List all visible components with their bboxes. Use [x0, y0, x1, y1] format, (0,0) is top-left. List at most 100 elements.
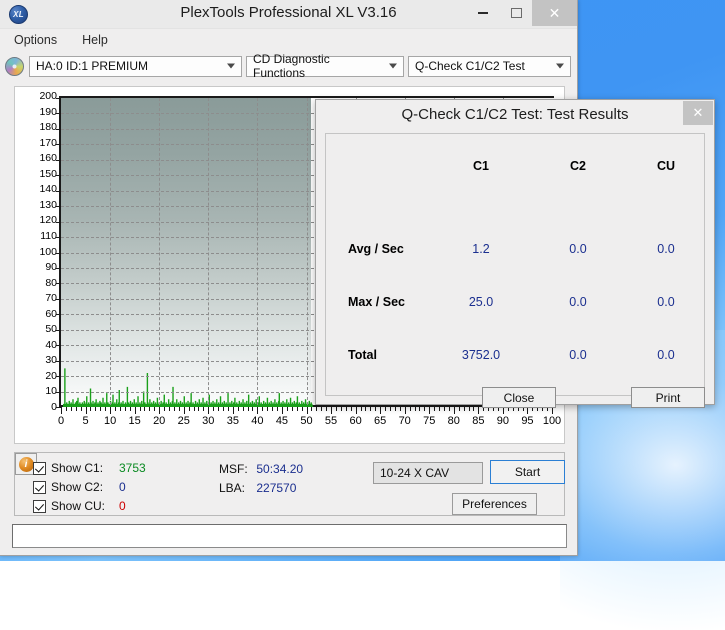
maximize-button[interactable]	[500, 0, 532, 26]
chart-y-axis: 0102030405060708090100110120130140150160…	[19, 87, 57, 443]
close-button[interactable]: ✕	[532, 0, 577, 26]
chart-x-tickmark	[144, 407, 145, 411]
msf-row: MSF: 50:34.20	[219, 462, 303, 476]
dialog-body: C1 C2 CU Avg / Sec 1.2 0.0 0.0 Max / Sec…	[325, 133, 705, 396]
chart-x-tick-label: 75	[423, 415, 435, 427]
chart-x-tickmark	[331, 407, 332, 414]
chart-x-tick-label: 25	[178, 415, 190, 427]
chart-y-tick-label: 180	[27, 121, 57, 133]
start-button[interactable]: Start	[490, 460, 565, 484]
chart-x-tickmark	[203, 407, 204, 411]
maximize-icon	[511, 8, 522, 18]
chart-x-tickmark	[415, 407, 416, 411]
chart-x-tick-label: 70	[399, 415, 411, 427]
cell-total-c1: 3752.0	[462, 348, 500, 362]
chart-x-tickmark	[503, 407, 504, 414]
log-textbox[interactable]	[12, 524, 567, 548]
controls-panel: Show C1: 3753 Show C2: 0 Show CU: 0 MSF:…	[14, 452, 565, 516]
chart-x-tickmark	[115, 407, 116, 411]
chart-x-tickmark	[341, 407, 342, 411]
row-label-avg: Avg / Sec	[348, 242, 404, 256]
test-select[interactable]: Q-Check C1/C2 Test	[408, 56, 571, 77]
chart-x-tickmark	[81, 407, 82, 411]
chart-y-tick-label: 140	[27, 183, 57, 195]
chart-y-tick-label: 40	[27, 339, 57, 351]
chart-x-tick-label: 60	[349, 415, 361, 427]
dialog-close-action-button[interactable]: Close	[482, 387, 556, 408]
chart-x-tickmark	[243, 407, 244, 411]
chart-x-tickmark	[361, 407, 362, 411]
chart-x-tickmark	[419, 407, 420, 411]
chart-x-tickmark	[149, 407, 150, 411]
chart-x-tickmark	[429, 407, 430, 414]
lba-value: 227570	[256, 481, 296, 495]
chart-y-tick-label: 100	[27, 246, 57, 258]
chart-x-tickmark	[86, 407, 87, 414]
chart-x-tickmark	[228, 407, 229, 411]
chart-y-tick-label: 160	[27, 152, 57, 164]
chart-x-tickmark	[262, 407, 263, 411]
show-c1-checkbox[interactable]	[33, 462, 46, 475]
chart-x-tickmark	[302, 407, 303, 411]
minimize-icon	[478, 12, 488, 14]
preferences-button[interactable]: Preferences	[452, 493, 537, 515]
show-cu-checkbox[interactable]	[33, 500, 46, 513]
cu-count-value: 0	[119, 499, 126, 513]
cell-avg-c1: 1.2	[472, 242, 489, 256]
chart-x-tickmark	[405, 407, 406, 414]
chart-y-tick-label: 120	[27, 214, 57, 226]
chart-x-tickmark	[464, 407, 465, 411]
show-c1-row[interactable]: Show C1: 3753	[33, 461, 146, 475]
chart-x-tickmark	[321, 407, 322, 411]
chart-x-tick-label: 85	[472, 415, 484, 427]
minimize-button[interactable]	[467, 0, 499, 26]
chart-x-tickmark	[469, 407, 470, 411]
chart-x-axis: 0510152025303540455055606570758085909510…	[59, 415, 554, 431]
chart-x-tickmark	[316, 407, 317, 411]
menu-item-options[interactable]: Options	[11, 32, 60, 48]
chart-x-tick-label: 55	[325, 415, 337, 427]
chart-x-tickmark	[120, 407, 121, 411]
column-header-c1: C1	[473, 159, 489, 173]
dialog-print-button[interactable]: Print	[631, 387, 705, 408]
chart-x-tickmark	[410, 407, 411, 411]
chart-x-tick-label: 20	[153, 415, 165, 427]
chart-x-tickmark	[311, 407, 312, 411]
chart-y-tick-label: 20	[27, 370, 57, 382]
chart-x-tickmark	[326, 407, 327, 411]
chart-x-tickmark	[473, 407, 474, 411]
function-select[interactable]: CD Diagnostic Functions	[246, 56, 404, 77]
menu-item-help[interactable]: Help	[79, 32, 111, 48]
chart-x-tickmark	[125, 407, 126, 411]
chart-x-tickmark	[76, 407, 77, 411]
chart-x-tick-label: 15	[129, 415, 141, 427]
chart-x-tickmark	[218, 407, 219, 411]
chart-gridline-vertical	[110, 98, 111, 405]
chart-gridline-vertical	[159, 98, 160, 405]
c1-count-value: 3753	[119, 461, 146, 475]
chart-x-tickmark	[213, 407, 214, 411]
chart-x-tickmark	[434, 407, 435, 411]
chevron-down-icon	[389, 64, 397, 69]
chart-y-tick-label: 110	[27, 230, 57, 242]
chart-x-tickmark	[444, 407, 445, 411]
dialog-close-button[interactable]: ✕	[683, 101, 713, 125]
show-c2-checkbox[interactable]	[33, 481, 46, 494]
chart-x-tickmark	[135, 407, 136, 414]
chart-x-tickmark	[95, 407, 96, 411]
chart-y-tick-label: 0	[27, 401, 57, 413]
chart-x-tickmark	[71, 407, 72, 411]
chart-x-tickmark	[66, 407, 67, 411]
chart-x-tickmark	[90, 407, 91, 411]
chart-y-tick-label: 80	[27, 277, 57, 289]
show-c2-row[interactable]: Show C2: 0	[33, 480, 126, 494]
speed-select[interactable]: 10-24 X CAV	[373, 462, 483, 484]
show-cu-row[interactable]: Show CU: 0	[33, 499, 126, 513]
chart-x-tickmark	[292, 407, 293, 411]
chart-x-tick-label: 50	[300, 415, 312, 427]
drive-select[interactable]: HA:0 ID:1 PREMIUM	[29, 56, 242, 77]
cell-avg-cu: 0.0	[657, 242, 674, 256]
chart-x-tickmark	[223, 407, 224, 411]
chart-x-tickmark	[164, 407, 165, 411]
window-titlebar: XL PlexTools Professional XL V3.16 ✕	[0, 0, 577, 29]
